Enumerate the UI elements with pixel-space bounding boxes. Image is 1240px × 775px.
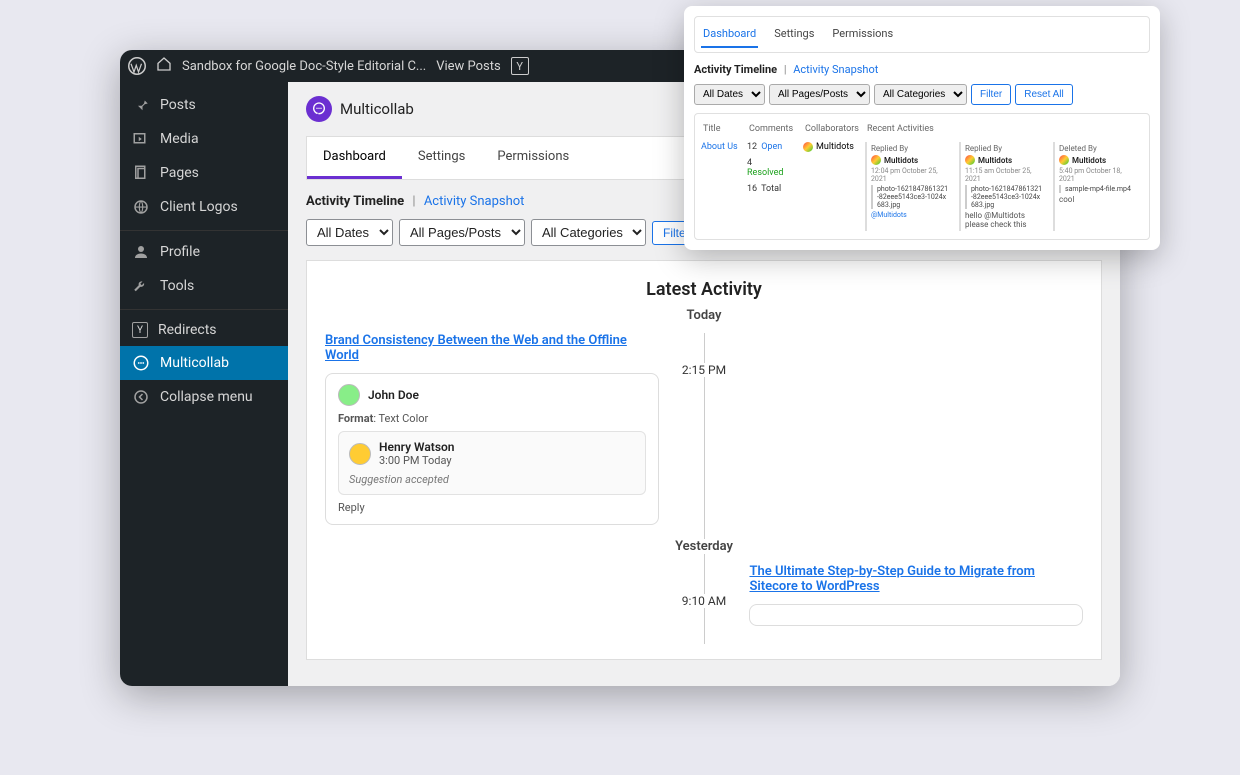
sidebar-item-media[interactable]: Media bbox=[120, 122, 288, 156]
popup-filters: All Dates All Pages/Posts All Categories… bbox=[694, 84, 1150, 105]
row-collaborators: Multidots bbox=[803, 142, 857, 231]
activity-card: Replied By Multidots 12:04 pm October 25… bbox=[865, 142, 953, 231]
sidebar-item-posts[interactable]: Posts bbox=[120, 88, 288, 122]
activity-panel: Latest Activity Today 2:15 PM Brand Cons… bbox=[306, 260, 1102, 660]
sidebar-item-label: Tools bbox=[160, 278, 194, 294]
popup-filter-categories[interactable]: All Categories bbox=[874, 84, 967, 105]
sidebar-item-redirects[interactable]: Y Redirects bbox=[120, 309, 288, 346]
th-recent: Recent Activities bbox=[867, 124, 1141, 134]
avatar bbox=[338, 384, 360, 406]
admin-sidebar: Posts Media Pages Client Logos Profile T… bbox=[120, 82, 288, 686]
activity-card: Replied By Multidots 11:15 am October 25… bbox=[959, 142, 1047, 231]
row-activities: Replied By Multidots 12:04 pm October 25… bbox=[865, 142, 1143, 231]
popup-filter-pages[interactable]: All Pages/Posts bbox=[769, 84, 870, 105]
sidebar-item-client-logos[interactable]: Client Logos bbox=[120, 190, 288, 224]
sidebar-item-tools[interactable]: Tools bbox=[120, 269, 288, 303]
filter-pages[interactable]: All Pages/Posts bbox=[399, 219, 525, 246]
avatar-icon bbox=[1059, 155, 1069, 165]
row-title[interactable]: About Us bbox=[701, 142, 739, 231]
yoast-icon: Y bbox=[132, 322, 148, 338]
tab-dashboard[interactable]: Dashboard bbox=[307, 137, 402, 179]
globe-icon bbox=[132, 198, 150, 216]
entry-post-link[interactable]: The Ultimate Step-by-Step Guide to Migra… bbox=[749, 564, 1083, 594]
pages-icon bbox=[132, 164, 150, 182]
timeline: 2:15 PM Brand Consistency Between the We… bbox=[325, 333, 1083, 644]
media-icon bbox=[132, 130, 150, 148]
popup-tab-permissions[interactable]: Permissions bbox=[830, 21, 895, 48]
sidebar-item-label: Multicollab bbox=[160, 355, 229, 371]
sidebar-item-label: Posts bbox=[160, 97, 196, 113]
sidebar-item-pages[interactable]: Pages bbox=[120, 156, 288, 190]
pin-icon bbox=[132, 96, 150, 114]
filter-categories[interactable]: All Categories bbox=[531, 219, 646, 246]
reply-card: Henry Watson 3:00 PM Today Suggestion ac… bbox=[338, 431, 646, 495]
popup-table-head: Title Comments Collaborators Recent Acti… bbox=[701, 120, 1143, 142]
popup-table: Title Comments Collaborators Recent Acti… bbox=[694, 113, 1150, 240]
reply-status: Suggestion accepted bbox=[349, 473, 635, 486]
activity-entry: 9:10 AM The Ultimate Step-by-Step Guide … bbox=[325, 564, 1083, 644]
popup-tabs: Dashboard Settings Permissions bbox=[694, 16, 1150, 53]
entry-time: 2:15 PM bbox=[676, 363, 732, 377]
day-label-yesterday: Yesterday bbox=[325, 539, 1083, 554]
entry-time: 9:10 AM bbox=[676, 594, 732, 608]
filter-dates[interactable]: All Dates bbox=[306, 219, 393, 246]
row-comments: 12 Open 4 Resolved 16 Total bbox=[747, 142, 795, 231]
comment-card bbox=[749, 604, 1083, 626]
wrench-icon bbox=[132, 277, 150, 295]
popup-filter-button[interactable]: Filter bbox=[971, 84, 1011, 105]
popup-subnav: Activity Timeline | Activity Snapshot bbox=[694, 63, 1150, 76]
popup-reset-button[interactable]: Reset All bbox=[1015, 84, 1072, 105]
comment-author: John Doe bbox=[368, 388, 419, 402]
subnav-snapshot[interactable]: Activity Snapshot bbox=[424, 194, 525, 209]
collapse-icon bbox=[132, 388, 150, 406]
activity-heading: Latest Activity bbox=[325, 279, 1083, 300]
page-title: Multicollab bbox=[340, 100, 414, 118]
entry-post-link[interactable]: Brand Consistency Between the Web and th… bbox=[325, 333, 659, 363]
popup-subnav-timeline[interactable]: Activity Timeline bbox=[694, 63, 777, 76]
sidebar-item-label: Client Logos bbox=[160, 199, 238, 215]
activity-card: Deleted By Multidots 5:40 pm October 18,… bbox=[1053, 142, 1141, 231]
sidebar-collapse[interactable]: Collapse menu bbox=[120, 380, 288, 414]
reply-action[interactable]: Reply bbox=[338, 501, 646, 514]
popup-tab-dashboard[interactable]: Dashboard bbox=[701, 21, 758, 48]
reply-time: 3:00 PM Today bbox=[379, 454, 455, 467]
user-icon bbox=[132, 243, 150, 261]
sidebar-item-multicollab[interactable]: Multicollab bbox=[120, 346, 288, 380]
sidebar-item-label: Pages bbox=[160, 165, 199, 181]
site-title[interactable]: Sandbox for Google Doc-Style Editorial C… bbox=[182, 59, 426, 74]
th-comments: Comments bbox=[749, 124, 797, 134]
reply-author: Henry Watson bbox=[379, 440, 455, 454]
comment-card: John Doe Format: Text Color Henry Watson… bbox=[325, 373, 659, 525]
day-label-today: Today bbox=[325, 308, 1083, 323]
tab-settings[interactable]: Settings bbox=[402, 137, 481, 179]
activity-entry: 2:15 PM Brand Consistency Between the We… bbox=[325, 333, 1083, 533]
th-title: Title bbox=[703, 124, 741, 134]
sidebar-item-label: Redirects bbox=[158, 322, 217, 338]
popup-subnav-snapshot[interactable]: Activity Snapshot bbox=[793, 63, 878, 76]
sidebar-item-label: Profile bbox=[160, 244, 200, 260]
avatar-icon bbox=[803, 142, 813, 152]
view-posts-link[interactable]: View Posts bbox=[436, 59, 501, 74]
subnav-timeline[interactable]: Activity Timeline bbox=[306, 194, 404, 209]
comment-meta: Format: Text Color bbox=[338, 412, 646, 425]
popup-table-row: About Us 12 Open 4 Resolved 16 Total Mul… bbox=[701, 142, 1143, 231]
tab-permissions[interactable]: Permissions bbox=[481, 137, 585, 179]
multicollab-logo-icon bbox=[306, 96, 332, 122]
wordpress-logo-icon[interactable] bbox=[128, 57, 146, 75]
sidebar-item-label: Collapse menu bbox=[160, 389, 253, 405]
sidebar-item-profile[interactable]: Profile bbox=[120, 230, 288, 269]
yoast-icon[interactable]: Y bbox=[511, 57, 529, 75]
popup-filter-dates[interactable]: All Dates bbox=[694, 84, 765, 105]
th-collaborators: Collaborators bbox=[805, 124, 859, 134]
snapshot-popup: Dashboard Settings Permissions Activity … bbox=[684, 6, 1160, 250]
popup-tab-settings[interactable]: Settings bbox=[772, 21, 816, 48]
avatar-icon bbox=[871, 155, 881, 165]
avatar bbox=[349, 443, 371, 465]
home-icon[interactable] bbox=[156, 56, 172, 76]
multicollab-icon bbox=[132, 354, 150, 372]
avatar-icon bbox=[965, 155, 975, 165]
sidebar-item-label: Media bbox=[160, 131, 199, 147]
